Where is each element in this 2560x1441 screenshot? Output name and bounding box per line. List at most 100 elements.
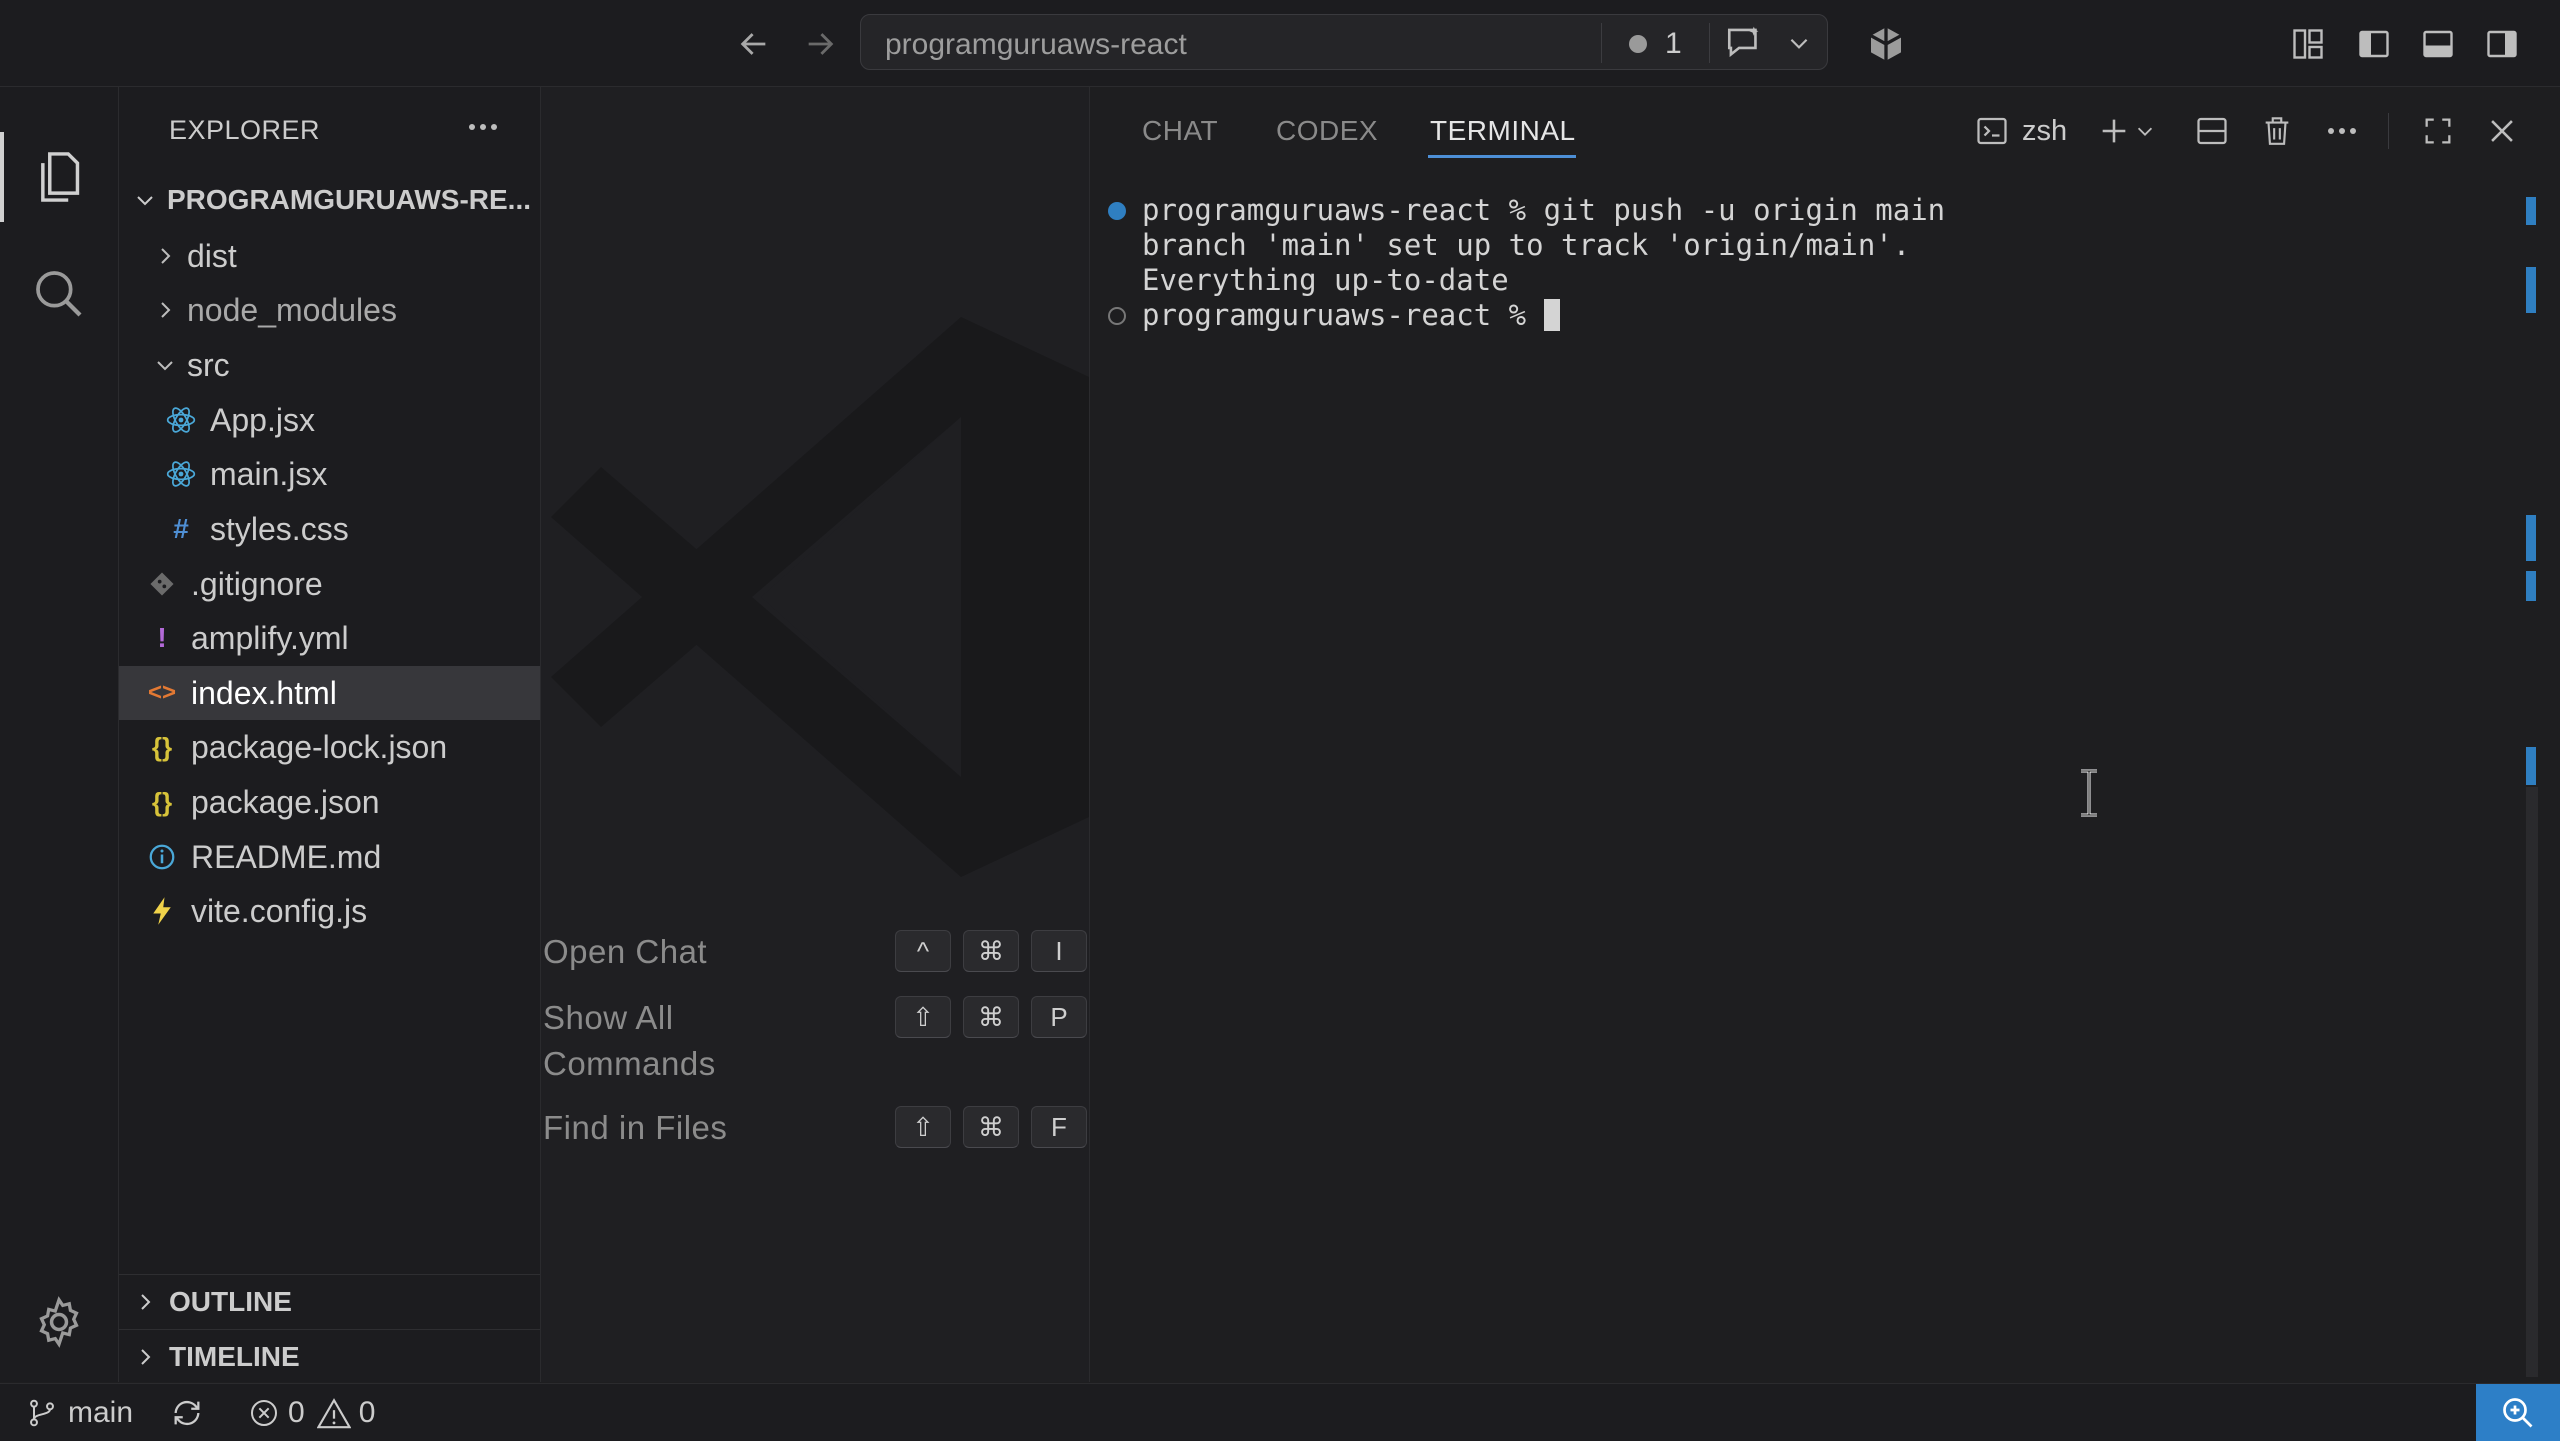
notification-count: 1 <box>1665 27 1682 60</box>
folder-dist[interactable]: dist <box>119 229 540 283</box>
css-hash-icon: # <box>173 513 189 544</box>
scroll-mark <box>2526 571 2536 601</box>
text-cursor-icon <box>2081 769 2097 817</box>
react-icon <box>164 403 198 437</box>
file-amplify-yml[interactable]: ! amplify.yml <box>119 611 540 665</box>
keycap-f: F <box>1031 1106 1087 1148</box>
file-index-html[interactable]: <> index.html <box>119 666 540 720</box>
trash-icon[interactable] <box>2253 107 2301 155</box>
gear-icon[interactable] <box>0 1267 118 1377</box>
terminal-prompt-line[interactable]: programguruaws-react % <box>1142 298 1560 332</box>
tree-item-label: main.jsx <box>210 455 328 492</box>
git-branch-status[interactable]: main <box>26 1384 133 1441</box>
scroll-mark <box>2526 515 2536 561</box>
tree-item-label: node_modules <box>187 291 397 328</box>
divider <box>1709 23 1710 63</box>
branch-name: main <box>68 1395 134 1429</box>
status-bar: main 0 0 <box>0 1383 2560 1441</box>
tree-item-label: index.html <box>191 674 337 711</box>
active-tab-indicator <box>1428 155 1576 158</box>
git-branch-icon <box>26 1397 58 1429</box>
explorer-files-icon[interactable] <box>0 122 118 232</box>
json-braces-icon: {} <box>151 731 173 762</box>
tree-item-label: README.md <box>191 838 382 875</box>
yaml-exclamation-icon: ! <box>157 622 167 653</box>
tree-item-label: amplify.yml <box>191 619 349 656</box>
chevron-right-icon <box>133 1290 161 1314</box>
chevron-down-icon <box>131 186 159 214</box>
workspace-root-folder[interactable]: PROGRAMGURUAWS-RE... <box>119 173 540 227</box>
chat-sparkle-icon[interactable] <box>1719 23 1769 63</box>
file-gitignore[interactable]: .gitignore <box>119 557 540 611</box>
keycap-cmd: ⌘ <box>963 996 1019 1038</box>
folder-src[interactable]: src <box>119 338 540 392</box>
command-pending-dot-icon <box>1108 307 1126 325</box>
more-actions-icon[interactable] <box>459 107 507 147</box>
keycap-p: P <box>1031 996 1087 1038</box>
tree-item-label: .gitignore <box>191 565 323 602</box>
explorer-sidebar: EXPLORER PROGRAMGURUAWS-RE... dist node_… <box>119 87 541 1382</box>
more-actions-icon[interactable] <box>2318 107 2366 155</box>
split-terminal-icon[interactable] <box>2188 107 2236 155</box>
error-icon <box>248 1397 280 1429</box>
zoom-icon[interactable] <box>2476 1384 2560 1441</box>
outline-section[interactable]: OUTLINE <box>119 1274 540 1328</box>
terminal-prompt: programguruaws-react % <box>1142 298 1544 332</box>
divider <box>1601 23 1602 63</box>
tab-chat[interactable]: CHAT <box>1142 115 1218 147</box>
terminal-shell-selector[interactable]: zsh <box>1974 107 2067 155</box>
chevron-down-icon[interactable] <box>1781 25 1817 61</box>
warning-count: 0 <box>358 1395 376 1429</box>
terminal-line: branch 'main' set up to track 'origin/ma… <box>1142 228 1911 262</box>
file-package-lock-json[interactable]: {} package-lock.json <box>119 720 540 774</box>
terminal-icon <box>1974 113 2010 149</box>
root-folder-label: PROGRAMGURUAWS-RE... <box>167 184 531 215</box>
problems-status[interactable]: 0 0 <box>248 1384 375 1441</box>
sync-icon[interactable] <box>170 1384 204 1441</box>
react-icon <box>164 457 198 491</box>
file-vite-config-js[interactable]: vite.config.js <box>119 884 540 938</box>
scroll-mark <box>2526 747 2536 785</box>
toggle-panel-icon[interactable] <box>2416 22 2460 66</box>
activity-bar <box>0 87 119 1382</box>
command-center-search[interactable]: programguruaws-react 1 <box>860 14 1828 70</box>
toggle-primary-sidebar-icon[interactable] <box>2352 22 2396 66</box>
tab-terminal[interactable]: TERMINAL <box>1430 115 1576 147</box>
command-success-dot-icon <box>1108 202 1126 220</box>
search-icon[interactable] <box>0 239 118 349</box>
chevron-down-icon[interactable] <box>2130 107 2160 155</box>
close-icon[interactable] <box>2478 107 2526 155</box>
terminal-scrollbar[interactable] <box>2526 787 2538 1377</box>
file-readme-md[interactable]: README.md <box>119 830 540 884</box>
terminal-line: Everything up-to-date <box>1142 263 1509 297</box>
tree-item-label: package.json <box>191 783 380 820</box>
tab-codex[interactable]: CODEX <box>1276 115 1378 147</box>
forward-arrow-icon[interactable] <box>796 20 844 68</box>
chevron-right-icon <box>151 296 179 324</box>
back-arrow-icon[interactable] <box>730 20 778 68</box>
customize-layout-icon[interactable] <box>2286 22 2330 66</box>
divider <box>2388 113 2389 149</box>
folder-node-modules[interactable]: node_modules <box>119 283 540 337</box>
explorer-title: EXPLORER <box>169 115 321 145</box>
tree-item-label: src <box>187 346 230 383</box>
notification-dot-icon <box>1629 35 1647 53</box>
terminal-cursor <box>1543 299 1560 331</box>
info-icon <box>145 840 179 874</box>
maximize-panel-icon[interactable] <box>2414 107 2462 155</box>
toggle-secondary-sidebar-icon[interactable] <box>2480 22 2524 66</box>
workspace-title: programguruaws-react <box>885 28 1187 61</box>
timeline-section[interactable]: TIMELINE <box>119 1329 540 1383</box>
vscode-watermark-logo <box>551 317 1089 877</box>
file-styles-css[interactable]: # styles.css <box>119 502 540 556</box>
file-main-jsx[interactable]: main.jsx <box>119 447 540 501</box>
tree-item-label: vite.config.js <box>191 892 368 929</box>
file-package-json[interactable]: {} package.json <box>119 775 540 829</box>
copilot-icon[interactable] <box>1864 22 1908 66</box>
file-app-jsx[interactable]: App.jsx <box>119 393 540 447</box>
scroll-mark <box>2526 267 2536 313</box>
timeline-label: TIMELINE <box>169 1340 300 1372</box>
tree-item-label: dist <box>187 237 237 274</box>
chevron-down-icon <box>151 351 179 379</box>
error-count: 0 <box>288 1395 305 1429</box>
